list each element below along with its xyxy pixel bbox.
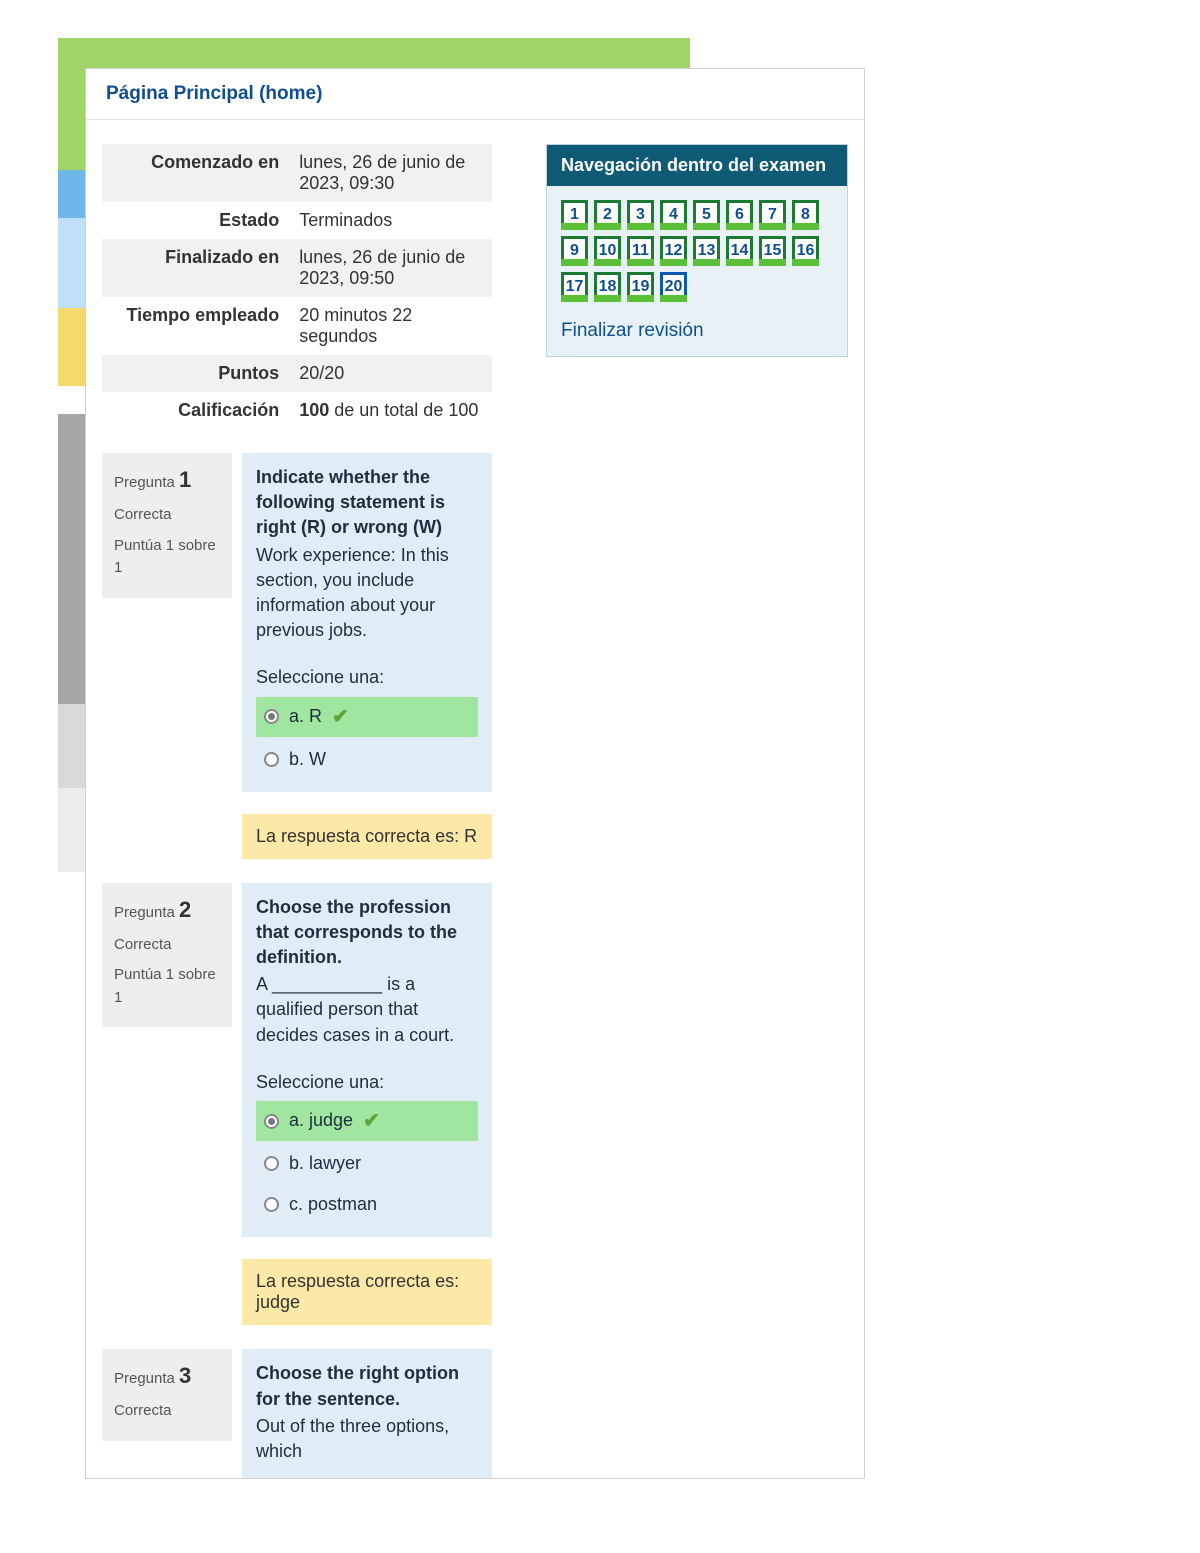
- answer-text: b. W: [289, 747, 326, 772]
- question-body: A ___________ is a qualified person that…: [256, 972, 478, 1048]
- question-nav-button[interactable]: 7: [759, 200, 786, 230]
- select-one-prompt: Seleccione una:: [256, 1070, 478, 1095]
- answer-text: a. judge: [289, 1108, 353, 1133]
- finish-review-link[interactable]: Finalizar revisión: [561, 320, 704, 342]
- question-info: Pregunta 3 Correcta: [102, 1349, 232, 1441]
- question-block: Pregunta 1 Correcta Puntúa 1 sobre 1 Indica…: [102, 453, 492, 859]
- question-nav-button[interactable]: 9: [561, 236, 588, 266]
- question-nav-button[interactable]: 6: [726, 200, 753, 230]
- question-nav-button[interactable]: 5: [693, 200, 720, 230]
- answer-option[interactable]: a. R ✔: [256, 697, 478, 737]
- radio-icon: [264, 1197, 279, 1212]
- breadcrumb-home-link[interactable]: Página Principal (home): [106, 83, 322, 104]
- answer-option[interactable]: b. lawyer: [256, 1145, 478, 1182]
- question-nav-button[interactable]: 20: [660, 272, 687, 302]
- question-state: Correcta: [114, 934, 220, 957]
- question-label: Pregunta 3: [114, 1359, 220, 1392]
- question-nav-button[interactable]: 14: [726, 236, 753, 266]
- summary-label: Finalizado en: [102, 239, 289, 297]
- main-column: Comenzado enlunes, 26 de junio de 2023, …: [86, 120, 508, 1478]
- question-block: Pregunta 3 Correcta Choose the right optio…: [102, 1349, 492, 1478]
- question-stem: Choose the right option for the sentence…: [256, 1361, 478, 1411]
- question-number: 1: [179, 467, 191, 492]
- question-nav-button[interactable]: 4: [660, 200, 687, 230]
- question-nav-button[interactable]: 11: [627, 236, 654, 266]
- question-label: Pregunta 2: [114, 893, 220, 926]
- question-nav-button[interactable]: 2: [594, 200, 621, 230]
- question-number: 3: [179, 1363, 191, 1388]
- question-nav-button[interactable]: 10: [594, 236, 621, 266]
- summary-label: Tiempo empleado: [102, 297, 289, 355]
- correct-answer-feedback: La respuesta correcta es: judge: [242, 1259, 492, 1325]
- attempt-summary-table: Comenzado enlunes, 26 de junio de 2023, …: [102, 144, 492, 429]
- quiz-navigation-title: Navegación dentro del examen: [547, 145, 847, 186]
- question-nav-button[interactable]: 17: [561, 272, 588, 302]
- radio-icon: [264, 709, 279, 724]
- question-nav-button[interactable]: 3: [627, 200, 654, 230]
- summary-value: 20 minutos 22 segundos: [289, 297, 492, 355]
- question-content: Choose the profession that corresponds t…: [242, 883, 492, 1238]
- question-state: Correcta: [114, 504, 220, 527]
- page-frame: Página Principal (home) Comenzado enlune…: [85, 68, 865, 1479]
- answer-option[interactable]: b. W: [256, 741, 478, 778]
- question-nav-button[interactable]: 16: [792, 236, 819, 266]
- question-nav-button[interactable]: 19: [627, 272, 654, 302]
- question-nav-button[interactable]: 12: [660, 236, 687, 266]
- question-number: 2: [179, 897, 191, 922]
- question-label: Pregunta 1: [114, 463, 220, 496]
- question-stem: Choose the profession that corresponds t…: [256, 895, 478, 971]
- question-body: Out of the three options, which: [256, 1414, 478, 1464]
- question-grade: Puntúa 1 sobre 1: [114, 964, 220, 1009]
- question-nav-button[interactable]: 15: [759, 236, 786, 266]
- breadcrumb: Página Principal (home): [86, 69, 864, 120]
- summary-label: Calificación: [102, 392, 289, 429]
- summary-value: 20/20: [289, 355, 492, 392]
- answer-option[interactable]: a. judge ✔: [256, 1101, 478, 1141]
- question-nav-button[interactable]: 13: [693, 236, 720, 266]
- summary-value: lunes, 26 de junio de 2023, 09:30: [289, 144, 492, 202]
- decorative-side-strips: [58, 80, 86, 872]
- question-content: Choose the right option for the sentence…: [242, 1349, 492, 1478]
- summary-label: Puntos: [102, 355, 289, 392]
- side-column: Navegación dentro del examen 12345678 910…: [546, 120, 864, 357]
- question-info: Pregunta 2 Correcta Puntúa 1 sobre 1: [102, 883, 232, 1028]
- check-icon: ✔: [332, 703, 349, 731]
- correct-answer-feedback: La respuesta correcta es: R: [242, 814, 492, 859]
- answer-option[interactable]: c. postman: [256, 1186, 478, 1223]
- question-info: Pregunta 1 Correcta Puntúa 1 sobre 1: [102, 453, 232, 598]
- question-number-grid: 1234567891011121314151617181920: [561, 200, 833, 302]
- select-one-prompt: Seleccione una:: [256, 665, 478, 690]
- check-icon: ✔: [363, 1107, 380, 1135]
- summary-value: Terminados: [289, 202, 492, 239]
- radio-icon: [264, 1156, 279, 1171]
- question-block: Pregunta 2 Correcta Puntúa 1 sobre 1 Choose…: [102, 883, 492, 1326]
- answer-text: a. R: [289, 704, 322, 729]
- question-nav-button[interactable]: 1: [561, 200, 588, 230]
- question-content: Indicate whether the following statement…: [242, 453, 492, 792]
- summary-value: 100 de un total de 100: [289, 392, 492, 429]
- answer-text: b. lawyer: [289, 1151, 361, 1176]
- radio-icon: [264, 1114, 279, 1129]
- radio-icon: [264, 752, 279, 767]
- question-state: Correcta: [114, 1400, 220, 1423]
- question-stem: Indicate whether the following statement…: [256, 465, 478, 541]
- question-nav-button[interactable]: 8: [792, 200, 819, 230]
- quiz-navigation-block: Navegación dentro del examen 12345678 910…: [546, 144, 848, 357]
- summary-label: Estado: [102, 202, 289, 239]
- answer-text: c. postman: [289, 1192, 377, 1217]
- question-body: Work experience: In this section, you in…: [256, 543, 478, 644]
- summary-label: Comenzado en: [102, 144, 289, 202]
- question-nav-button[interactable]: 18: [594, 272, 621, 302]
- question-grade: Puntúa 1 sobre 1: [114, 535, 220, 580]
- summary-value: lunes, 26 de junio de 2023, 09:50: [289, 239, 492, 297]
